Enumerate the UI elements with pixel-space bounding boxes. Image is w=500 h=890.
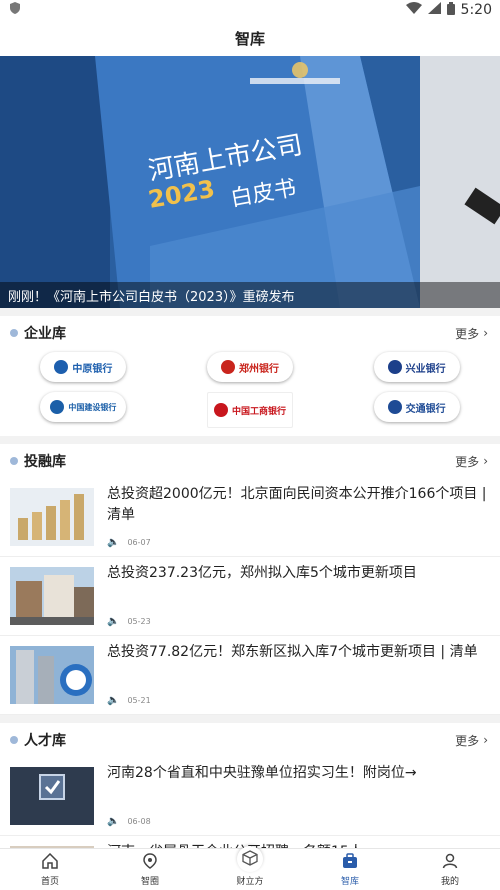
bank-logo-icon (387, 400, 402, 414)
page-title: 智库 (234, 29, 265, 48)
news-title: 总投资237.23亿元，郑州拟入库5个城市更新项目 (107, 565, 417, 581)
bank-logo-icon (213, 403, 228, 417)
section-dot-icon (10, 736, 18, 744)
briefcase-icon (342, 853, 358, 872)
tab-mine[interactable]: 我的 (400, 849, 500, 890)
app-bar: 智库 (0, 20, 500, 56)
divider (0, 436, 500, 444)
section-title: 投融库 (24, 454, 66, 470)
tab-home[interactable]: 首页 (0, 849, 100, 890)
tab-cailifang[interactable]: 财立方 (200, 846, 300, 890)
status-bar: 5:20 (0, 0, 500, 20)
speaker-icon: 🔈 (107, 695, 120, 706)
battery-icon (446, 1, 455, 19)
list-item[interactable]: 总投资237.23亿元，郑州拟入库5个城市更新项目 🔈 05-23 (0, 557, 500, 636)
bottom-tab-bar: 首页 智圈 财立方 智库 我的 (0, 846, 500, 890)
news-date: 05-21 (127, 696, 151, 705)
bank-logo-icon (50, 400, 65, 414)
chevron-right-icon: › (483, 733, 488, 747)
wifi-icon (405, 2, 422, 18)
bank-card[interactable]: 兴业银行 (333, 352, 500, 382)
list-item[interactable]: 总投资超2000亿元！北京面向民间资本公开推介166个项目 | 清单 🔈 06-0… (0, 478, 500, 557)
list-item[interactable]: 总投资77.82亿元！郑东新区拟入库7个城市更新项目 | 清单 🔈 05-21 (0, 636, 500, 715)
section-header: 企业库 更多 › (0, 316, 500, 350)
bank-card[interactable]: 中国工商银行 (167, 392, 334, 428)
banner[interactable]: 河南上市公司 2023 白皮书 刚刚！《河南上市公司白皮书（2023）》重磅发布 (0, 56, 500, 308)
bank-grid: 中原银行 郑州银行 兴业银行 中国建设银行 中国工商银行 交通银行 (0, 350, 500, 436)
bank-logo-icon (220, 360, 235, 374)
more-button[interactable]: 更多 › (455, 732, 488, 749)
section-header: 人才库 更多 › (0, 723, 500, 757)
section-dot-icon (10, 329, 18, 337)
news-date: 06-07 (127, 538, 151, 547)
thumbnail-image (10, 646, 94, 704)
divider (0, 715, 500, 723)
enterprise-section: 企业库 更多 › 中原银行 郑州银行 兴业银行 中国建设银行 中国工商银行 交通… (0, 316, 500, 436)
speaker-icon: 🔈 (107, 816, 120, 827)
news-title: 河南28个省直和中央驻豫单位招实习生！附岗位→ (107, 765, 417, 781)
clock: 5:20 (460, 2, 492, 18)
section-dot-icon (10, 457, 18, 465)
shield-icon (10, 2, 20, 18)
location-pin-icon (142, 853, 158, 872)
news-date: 05-23 (127, 617, 151, 626)
bank-card[interactable]: 郑州银行 (167, 352, 334, 382)
more-button[interactable]: 更多 › (455, 453, 488, 470)
bank-card[interactable]: 交通银行 (333, 392, 500, 428)
bank-card[interactable]: 中国建设银行 (0, 392, 167, 428)
divider (0, 308, 500, 316)
cube-icon (242, 849, 258, 869)
thumbnail-image (10, 488, 94, 546)
signal-icon (427, 2, 441, 18)
news-title: 总投资超2000亿元！北京面向民间资本公开推介166个项目 | 清单 (107, 486, 487, 523)
speaker-icon: 🔈 (107, 616, 120, 627)
thumbnail-image (10, 767, 94, 825)
bank-logo-icon (54, 360, 69, 374)
list-item[interactable]: 河南28个省直和中央驻豫单位招实习生！附岗位→ 🔈 06-08 (0, 757, 500, 836)
bank-card[interactable]: 中原银行 (0, 352, 167, 382)
tab-zhiquan[interactable]: 智圈 (100, 849, 200, 890)
more-button[interactable]: 更多 › (455, 325, 488, 342)
investment-section: 投融库 更多 › 总投资超2000亿元！北京面向民间资本公开推介166个项目 |… (0, 444, 500, 715)
section-title: 人才库 (24, 733, 66, 749)
bank-logo-icon (387, 360, 402, 374)
chevron-right-icon: › (483, 326, 488, 340)
tab-zhiku[interactable]: 智库 (300, 849, 400, 890)
thumbnail-image (10, 567, 94, 625)
banner-image: 河南上市公司 2023 白皮书 (0, 56, 500, 308)
news-date: 06-08 (127, 817, 151, 826)
speaker-icon: 🔈 (107, 537, 120, 548)
chevron-right-icon: › (483, 454, 488, 468)
section-header: 投融库 更多 › (0, 444, 500, 478)
home-icon (42, 852, 58, 872)
news-title: 总投资77.82亿元！郑东新区拟入库7个城市更新项目 | 清单 (107, 644, 478, 660)
banner-caption: 刚刚！《河南上市公司白皮书（2023）》重磅发布 (0, 282, 500, 308)
user-icon (442, 853, 458, 872)
section-title: 企业库 (24, 326, 66, 342)
